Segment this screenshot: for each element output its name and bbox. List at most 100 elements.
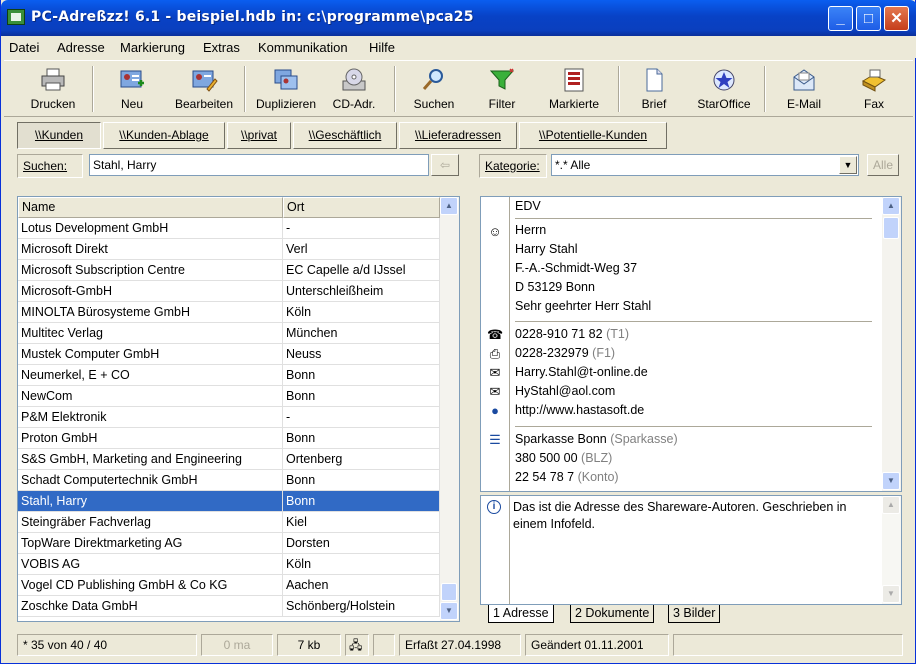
menu-datei[interactable]: Datei — [9, 40, 39, 55]
table-row[interactable]: Neumerkel, E + CO Bonn — [18, 365, 440, 386]
scroll-up-icon[interactable]: ▲ — [882, 197, 900, 215]
table-row[interactable]: Lotus Development GmbH - — [18, 218, 440, 239]
detail-scrollbar[interactable]: ▲ ▼ — [882, 197, 901, 491]
cd-address-label: CD-Adr. — [332, 97, 376, 111]
info-panel[interactable]: i Das ist die Adresse des Shareware-Auto… — [480, 495, 902, 605]
cell-ort: Bonn — [283, 428, 440, 448]
table-row[interactable]: Schadt Computertechnik GmbH Bonn — [18, 470, 440, 491]
tab-adresse[interactable]: 1 Adresse — [488, 605, 554, 623]
cell-ort: Dorsten — [283, 533, 440, 553]
detail-konto: 22 54 78 7 (Konto) — [515, 470, 619, 484]
detail-fax[interactable]: 0228-232979 (F1) — [515, 346, 615, 360]
table-row[interactable]: Mustek Computer GmbH Neuss — [18, 344, 440, 365]
toolbar-separator — [618, 66, 620, 112]
window-title: PC-Adreßzz! 6.1 - beispiel.hdb in: c:\pr… — [31, 9, 474, 25]
detail-street: F.-A.-Schmidt-Weg 37 — [515, 261, 638, 275]
cell-name: TopWare Direktmarketing AG — [18, 533, 283, 553]
table-row[interactable]: VOBIS AG Köln — [18, 554, 440, 575]
tab-potentielle-kunden[interactable]: \\Potentielle-Kunden — [519, 122, 667, 149]
tab-geschaeftlich[interactable]: \\Geschäftlich — [293, 122, 397, 149]
search-field-label: Suchen: — [17, 154, 83, 178]
tab-bilder[interactable]: 3 Bilder — [668, 605, 721, 623]
tab-privat[interactable]: \\privat — [227, 122, 291, 149]
marked-list-icon — [560, 67, 588, 93]
table-row[interactable]: Microsoft-GmbH Unterschleißheim — [18, 281, 440, 302]
category-select[interactable]: *.* Alle ▼ — [551, 154, 859, 176]
table-row[interactable]: Proton GmbH Bonn — [18, 428, 440, 449]
title-bar[interactable]: PC-Adreßzz! 6.1 - beispiel.hdb in: c:\pr… — [1, 0, 916, 36]
info-scrollbar[interactable]: ▲ ▼ — [882, 496, 901, 604]
edit-button[interactable]: Bearbeiten — [166, 65, 242, 115]
fax-button[interactable]: Fax — [846, 65, 902, 115]
menu-markierung[interactable]: Markierung — [120, 40, 185, 55]
cd-address-button[interactable]: CD-Adr. — [326, 65, 382, 115]
table-row[interactable]: TopWare Direktmarketing AG Dorsten — [18, 533, 440, 554]
column-header-ort[interactable]: Ort — [283, 197, 440, 218]
info-text: Das ist die Adresse des Shareware-Autore… — [513, 500, 847, 531]
detail-web[interactable]: http://www.hastasoft.de — [515, 403, 644, 417]
app-icon[interactable] — [7, 9, 25, 25]
scroll-down-icon[interactable]: ▼ — [882, 472, 900, 490]
cell-ort: Bonn — [283, 470, 440, 490]
marked-label: Markierte — [548, 97, 599, 111]
search-button[interactable]: Suchen — [404, 65, 464, 115]
cd-icon — [340, 67, 368, 93]
tab-kunden[interactable]: \\Kunden — [17, 122, 101, 149]
menu-kommunikation[interactable]: Kommunikation — [258, 40, 348, 55]
minimize-button[interactable]: _ — [828, 6, 853, 31]
table-row[interactable]: Zoschke Data GmbH Schönberg/Holstein — [18, 596, 440, 617]
scroll-up-icon[interactable]: ▲ — [882, 496, 900, 514]
filter-button[interactable]: Filter — [474, 65, 530, 115]
column-header-name[interactable]: Name — [18, 197, 283, 218]
maximize-button[interactable]: □ — [856, 6, 881, 31]
scroll-down-icon[interactable]: ▼ — [440, 602, 458, 620]
magnifier-icon — [420, 67, 448, 93]
staroffice-button[interactable]: StarOffice — [688, 65, 760, 115]
detail-phone[interactable]: 0228-910 71 82 (T1) — [515, 327, 629, 341]
list-scrollbar[interactable]: ▲ ▼ — [440, 197, 459, 621]
new-label: Neu — [120, 97, 143, 111]
clear-search-button[interactable]: ⇦ — [431, 154, 459, 176]
table-row[interactable]: NewCom Bonn — [18, 386, 440, 407]
print-button[interactable]: Drucken — [18, 65, 88, 115]
bank-tag: (Sparkasse) — [610, 432, 678, 446]
address-list[interactable]: Name Ort Lotus Development GmbH - Microsof… — [17, 196, 460, 622]
tab-kunden-ablage[interactable]: \\Kunden-Ablage — [103, 122, 225, 149]
all-button[interactable]: Alle — [867, 154, 899, 176]
tab-lieferadressen[interactable]: \\Lieferadressen — [399, 122, 517, 149]
bank-icon: ☰ — [489, 432, 501, 447]
table-row[interactable]: Microsoft Direkt Verl — [18, 239, 440, 260]
scroll-up-icon[interactable]: ▲ — [440, 197, 458, 215]
email-button[interactable]: E-Mail — [774, 65, 834, 115]
chevron-down-icon[interactable]: ▼ — [839, 156, 857, 174]
table-row[interactable]: P&M Elektronik - — [18, 407, 440, 428]
detail-bank: Sparkasse Bonn (Sparkasse) — [515, 432, 678, 446]
table-row[interactable]: S&S GmbH, Marketing and Engineering Orten… — [18, 449, 440, 470]
scroll-down-icon[interactable]: ▼ — [882, 585, 900, 603]
marked-button[interactable]: Markierte — [538, 65, 610, 115]
tab-dokumente[interactable]: 2 Dokumente — [570, 605, 655, 623]
table-row[interactable]: Multitec Verlag München — [18, 323, 440, 344]
menu-adresse[interactable]: Adresse — [57, 40, 105, 55]
scroll-thumb[interactable] — [883, 217, 899, 239]
menu-extras[interactable]: Extras — [203, 40, 240, 55]
menu-hilfe[interactable]: Hilfe — [369, 40, 395, 55]
table-row[interactable]: MINOLTA Bürosysteme GmbH Köln — [18, 302, 440, 323]
detail-email-1[interactable]: Harry.Stahl@t-online.de — [515, 365, 648, 379]
fax-tag: (F1) — [592, 346, 616, 360]
new-button[interactable]: Neu — [102, 65, 162, 115]
edit-label: Bearbeiten — [174, 97, 234, 111]
table-row[interactable]: Microsoft Subscription Centre EC Capelle … — [18, 260, 440, 281]
close-button[interactable]: ✕ — [884, 6, 909, 31]
table-row[interactable]: Stahl, Harry Bonn — [18, 491, 440, 512]
scroll-thumb[interactable] — [441, 583, 457, 601]
table-row[interactable]: Vogel CD Publishing GmbH & Co KG Aachen — [18, 575, 440, 596]
detail-email-2[interactable]: HyStahl@aol.com — [515, 384, 615, 398]
table-row[interactable]: Steingräber Fachverlag Kiel — [18, 512, 440, 533]
duplicate-button[interactable]: Duplizieren — [250, 65, 322, 115]
category-value: *.* Alle — [555, 158, 591, 172]
toolbar-separator — [394, 66, 396, 112]
bank-name: Sparkasse Bonn — [515, 432, 607, 446]
search-input[interactable]: Stahl, Harry — [89, 154, 429, 176]
letter-button[interactable]: Brief — [626, 65, 682, 115]
